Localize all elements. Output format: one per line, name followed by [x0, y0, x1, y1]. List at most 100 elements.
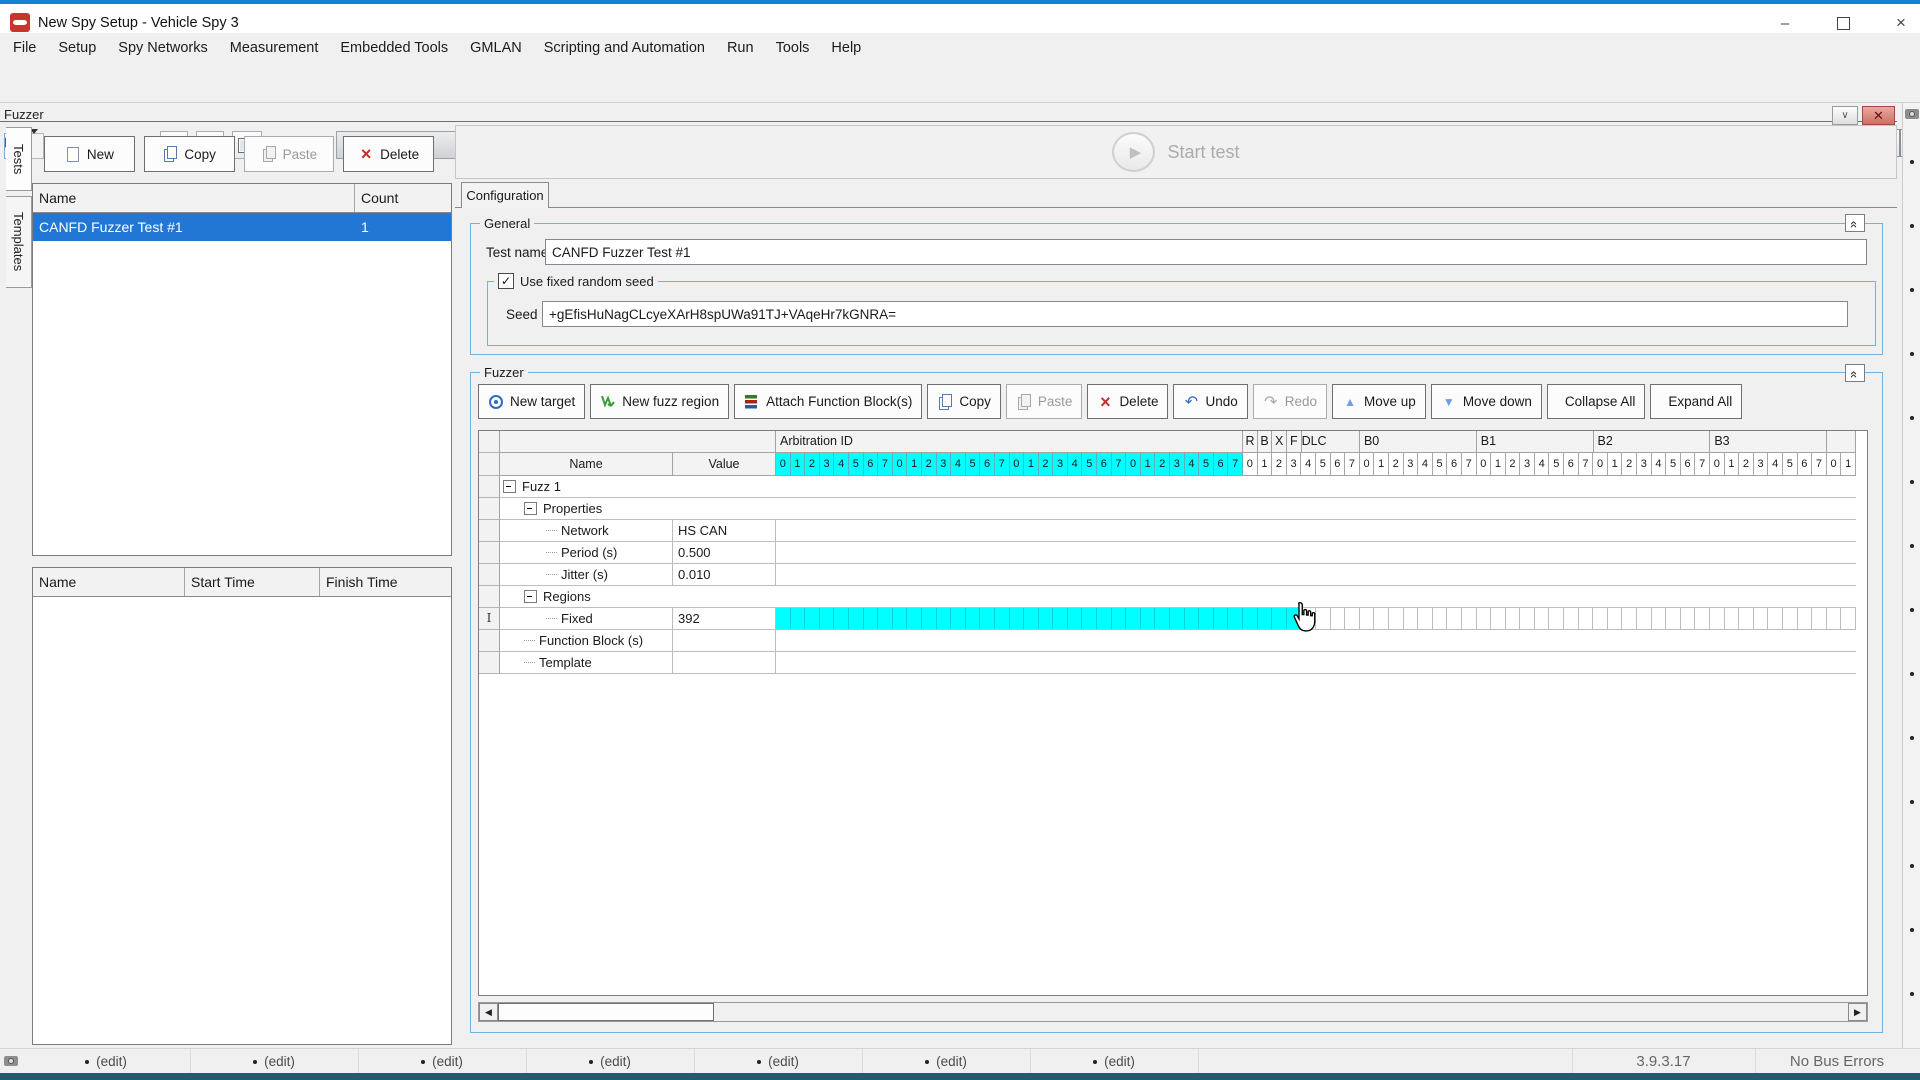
side-tab-templates[interactable]: Templates [6, 196, 32, 288]
menu-setup[interactable]: Setup [47, 40, 107, 56]
fuzz-bit-cell[interactable] [1681, 608, 1696, 629]
row-value-fixed[interactable]: 392 [673, 608, 776, 630]
maximize-button[interactable] [1823, 12, 1863, 34]
panel-close-button[interactable]: ✕ [1862, 106, 1895, 125]
fuzz-bit-cell[interactable] [1564, 608, 1579, 629]
fuzz-bit-cell[interactable] [1024, 608, 1039, 629]
name-column-header[interactable]: Name [500, 453, 673, 476]
dock-camera-icon[interactable] [1905, 109, 1919, 119]
move-up-button[interactable]: Move up [1332, 384, 1426, 419]
fuzz-bit-cell[interactable] [1185, 608, 1200, 629]
status-edit-segment[interactable]: (edit) [22, 1049, 191, 1074]
row-name-function-block-s[interactable]: Function Block (s) [500, 630, 673, 652]
fuzz-bit-cell[interactable] [1841, 608, 1856, 629]
status-edit-segment[interactable]: (edit) [1030, 1049, 1199, 1074]
fuzz-bit-cell[interactable] [1141, 608, 1156, 629]
fuzz-bit-cell[interactable] [1506, 608, 1521, 629]
horizontal-scrollbar[interactable]: ◀ ▶ [478, 1002, 1868, 1022]
status-edit-segment[interactable]: (edit) [694, 1049, 863, 1074]
fuzz-bit-cell[interactable] [1637, 608, 1652, 629]
row-gutter-marker[interactable]: I [479, 608, 500, 630]
row-name-jitter-s[interactable]: Jitter (s) [500, 564, 673, 586]
menu-embedded-tools[interactable]: Embedded Tools [329, 40, 459, 56]
fuzz-bit-cell[interactable] [1199, 608, 1214, 629]
delete-button[interactable]: Delete [1087, 384, 1168, 419]
undo-button[interactable]: Undo [1173, 384, 1247, 419]
col-header-start-time[interactable]: Start Time [185, 568, 320, 596]
new-target-button[interactable]: New target [478, 384, 585, 419]
fuzz-bit-cell[interactable] [1272, 608, 1287, 629]
status-edit-segment[interactable]: (edit) [526, 1049, 695, 1074]
fuzz-bit-cell[interactable] [1331, 608, 1346, 629]
attach-function-block-s-button[interactable]: Attach Function Block(s) [734, 384, 922, 419]
fuzz-bit-cell[interactable] [1462, 608, 1477, 629]
fuzz-bit-cell[interactable] [1360, 608, 1375, 629]
fuzz-bit-cell[interactable] [1812, 608, 1827, 629]
fuzz-bit-cell[interactable] [1126, 608, 1141, 629]
scrollbar-track[interactable] [714, 1003, 1848, 1021]
row-gutter[interactable] [479, 476, 500, 498]
fuzz-bit-cell[interactable] [805, 608, 820, 629]
collapse-all-button[interactable]: Collapse All [1547, 384, 1646, 419]
row-gutter[interactable] [479, 652, 500, 674]
fuzz-bit-cell[interactable] [1754, 608, 1769, 629]
fuzz-bit-cell[interactable] [776, 608, 791, 629]
use-fixed-seed-checkbox[interactable]: ✓ [498, 273, 514, 289]
row-name-fixed[interactable]: Fixed [500, 608, 673, 630]
fuzz-bit-cell[interactable] [1768, 608, 1783, 629]
fuzz-bit-cell[interactable] [1214, 608, 1229, 629]
row-value-period-s[interactable]: 0.500 [673, 542, 776, 564]
fuzz-bit-cell[interactable] [1652, 608, 1667, 629]
fuzz-bit-cell[interactable] [1827, 608, 1842, 629]
fuzz-bit-cell[interactable] [1491, 608, 1506, 629]
fuzz-bit-cell[interactable] [1520, 608, 1535, 629]
row-gutter[interactable] [479, 630, 500, 652]
fuzz-bit-cell[interactable] [1798, 608, 1813, 629]
fuzz-bit-cell[interactable] [966, 608, 981, 629]
fuzz-bit-cell[interactable] [1010, 608, 1025, 629]
value-column-header[interactable]: Value [673, 453, 776, 476]
scroll-left-button[interactable]: ◀ [479, 1003, 498, 1021]
fuzz-bit-cell[interactable] [878, 608, 893, 629]
col-header-count[interactable]: Count [355, 184, 451, 212]
fuzz-bit-cell[interactable] [980, 608, 995, 629]
menu-run[interactable]: Run [716, 40, 765, 56]
fuzz-bit-cell[interactable] [834, 608, 849, 629]
fuzz-bit-cell[interactable] [1112, 608, 1127, 629]
tab-configuration[interactable]: Configuration [461, 182, 549, 208]
scrollbar-thumb[interactable] [498, 1003, 714, 1021]
row-gutter[interactable] [479, 586, 500, 608]
fuzz-bit-cell[interactable] [1608, 608, 1623, 629]
fuzz-bit-cell[interactable] [1535, 608, 1550, 629]
table-row[interactable]: CANFD Fuzzer Test #11 [33, 213, 451, 241]
delete-button[interactable]: Delete [343, 136, 434, 172]
copy-button[interactable]: Copy [144, 136, 235, 172]
copy-button[interactable]: Copy [927, 384, 1001, 419]
fuzz-bit-cell[interactable] [1622, 608, 1637, 629]
fuzz-bit-cell[interactable] [1404, 608, 1419, 629]
fuzz-bit-cell[interactable] [1258, 608, 1273, 629]
status-edit-segment[interactable]: (edit) [358, 1049, 527, 1074]
side-tab-tests[interactable]: Tests [6, 127, 32, 191]
fuzz-bit-cell[interactable] [1710, 608, 1725, 629]
fuzz-bit-cell[interactable] [791, 608, 806, 629]
scroll-right-button[interactable]: ▶ [1848, 1003, 1867, 1021]
fuzz-bit-cell[interactable] [1228, 608, 1243, 629]
menu-measurement[interactable]: Measurement [219, 40, 330, 56]
row-gutter[interactable] [479, 498, 500, 520]
expand-all-button[interactable]: Expand All [1650, 384, 1742, 419]
fuzz-bit-cell[interactable] [1783, 608, 1798, 629]
fuzz-bit-cell[interactable] [1593, 608, 1608, 629]
row-value-template[interactable] [673, 652, 776, 674]
title-bar[interactable]: New Spy Setup - Vehicle Spy 3 – × [0, 4, 1920, 33]
fuzz-bit-cell[interactable] [1097, 608, 1112, 629]
fuzz-bit-cell[interactable] [1389, 608, 1404, 629]
fuzz-bit-cell[interactable] [1433, 608, 1448, 629]
fuzz-bit-cell[interactable] [820, 608, 835, 629]
row-name-network[interactable]: Network [500, 520, 673, 542]
fuzz-bit-cell[interactable] [1068, 608, 1083, 629]
row-value-network[interactable]: HS CAN [673, 520, 776, 542]
fuzz-bit-cell[interactable] [849, 608, 864, 629]
fuzz-bit-cell[interactable] [864, 608, 879, 629]
fuzz-bit-cell[interactable] [1666, 608, 1681, 629]
